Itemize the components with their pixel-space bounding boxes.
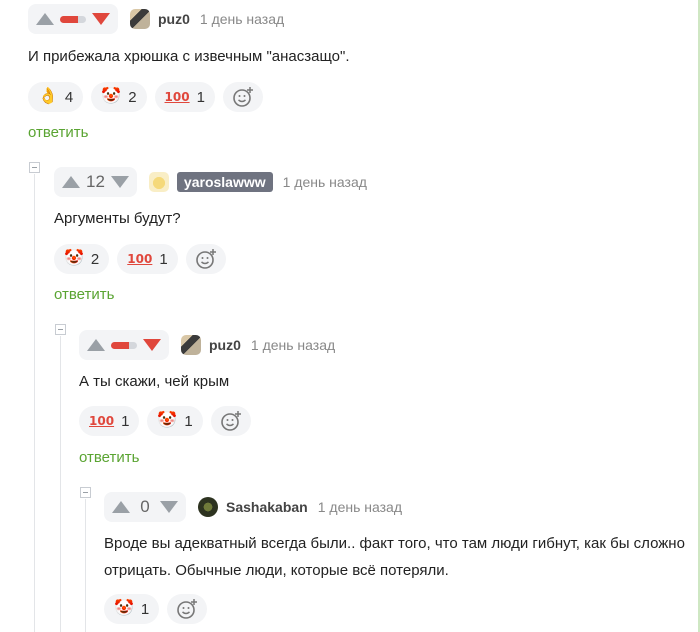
reaction-clown[interactable]: 🤡 2 (54, 244, 110, 274)
avatar[interactable] (130, 9, 150, 29)
reaction-ok-hand[interactable]: 👌 4 (28, 82, 84, 112)
upvote-button[interactable] (112, 501, 130, 513)
comment-line: Вроде вы адекватный всегда были.. факт т… (104, 535, 685, 552)
hundred-emoji-icon: 100 (127, 252, 153, 266)
comment-text: И прибежала хрюшка с извечным "анасзащо"… (28, 43, 350, 70)
username[interactable]: puz0 (209, 337, 241, 353)
ok-hand-emoji-icon: 👌 (38, 88, 58, 105)
score: 12 (86, 172, 105, 191)
reply-link[interactable]: ответить (28, 124, 88, 141)
comment-text: А ты скажи, чей крым (79, 368, 229, 395)
collapse-toggle[interactable] (29, 162, 40, 173)
avatar[interactable] (181, 335, 201, 355)
hundred-emoji-icon: 100 (164, 90, 190, 104)
comment-header: 12 yaroslawww 1 день назад (54, 166, 367, 198)
clown-emoji-icon: 🤡 (157, 412, 178, 429)
reaction-count: 1 (196, 88, 205, 106)
upvote-button[interactable] (87, 339, 105, 351)
clown-emoji-icon: 🤡 (64, 250, 84, 267)
comment-header: puz0 1 день назад (79, 329, 335, 361)
hundred-emoji-icon: 100 (89, 414, 115, 428)
comment-line: отрицать. Обычные люди, которые всё поте… (104, 562, 449, 579)
reaction-clown[interactable]: 🤡 1 (104, 594, 160, 624)
reaction-hundred[interactable]: 100 1 (154, 82, 215, 112)
timestamp[interactable]: 1 день назад (200, 11, 284, 27)
reactions-bar: 100 1 🤡 1 (79, 406, 251, 436)
reaction-count: 2 (128, 88, 137, 106)
timestamp[interactable]: 1 день назад (251, 337, 335, 353)
reactions-bar: 🤡 1 (104, 594, 208, 624)
comment-header: 0 Sashakaban 1 день назад (104, 491, 402, 523)
reactions-bar: 🤡 2 100 1 (54, 244, 226, 274)
rating-bar (60, 15, 86, 23)
avatar[interactable] (198, 497, 218, 517)
add-reaction-button[interactable] (167, 594, 208, 624)
reaction-clown[interactable]: 🤡 2 (91, 82, 147, 112)
vote-widget: 12 (54, 167, 137, 197)
reaction-count: 1 (121, 412, 130, 430)
downvote-button[interactable] (92, 13, 110, 25)
reactions-bar: 👌 4 🤡 2 100 1 (28, 82, 263, 112)
smiley-plus-icon (177, 599, 198, 619)
avatar[interactable] (148, 172, 169, 192)
collapse-toggle[interactable] (80, 487, 91, 498)
reaction-count: 1 (159, 250, 168, 268)
downvote-button[interactable] (143, 339, 161, 351)
timestamp[interactable]: 1 день назад (283, 174, 367, 190)
upvote-button[interactable] (62, 176, 80, 188)
comment-line: Аргументы будут? (54, 210, 181, 227)
thread-line (34, 174, 35, 632)
reaction-count: 1 (140, 600, 150, 618)
reaction-count: 2 (90, 250, 100, 268)
downvote-button[interactable] (160, 501, 178, 513)
reaction-count: 4 (64, 88, 74, 106)
vote-widget (28, 4, 118, 34)
upvote-button[interactable] (36, 13, 54, 25)
comment-text: Аргументы будут? (54, 205, 181, 232)
downvote-button[interactable] (110, 176, 129, 188)
reply-link[interactable]: ответить (54, 286, 114, 303)
comment-line: И прибежала хрюшка с извечным "анасзащо"… (28, 48, 350, 65)
comment-line: А ты скажи, чей крым (79, 373, 230, 390)
username[interactable]: Sashakaban (226, 499, 308, 515)
reaction-clown[interactable]: 🤡 1 (147, 406, 203, 436)
reaction-hundred[interactable]: 100 1 (117, 244, 178, 274)
rating-bar (111, 341, 137, 349)
add-reaction-button[interactable] (185, 244, 226, 274)
add-reaction-button[interactable] (210, 406, 251, 436)
vote-widget (79, 330, 169, 360)
reaction-count: 1 (184, 412, 193, 430)
thread-line (60, 336, 61, 632)
add-reaction-button[interactable] (222, 82, 263, 112)
score: 0 (140, 497, 150, 516)
smiley-plus-icon (195, 249, 216, 269)
username[interactable]: yaroslawww (176, 172, 273, 192)
thread-line (85, 499, 86, 632)
comment-text: Вроде вы адекватный всегда были.. факт т… (104, 530, 685, 584)
vote-widget: 0 (104, 492, 186, 522)
smiley-plus-icon (220, 411, 241, 431)
reply-link[interactable]: ответить (79, 449, 139, 466)
clown-emoji-icon: 🤡 (101, 88, 122, 105)
comment-header: puz0 1 день назад (28, 3, 284, 35)
username[interactable]: puz0 (158, 11, 190, 27)
collapse-toggle[interactable] (55, 324, 66, 335)
timestamp[interactable]: 1 день назад (318, 499, 402, 515)
smiley-plus-icon (233, 87, 253, 107)
clown-emoji-icon: 🤡 (114, 600, 134, 617)
reaction-hundred[interactable]: 100 1 (79, 406, 140, 436)
